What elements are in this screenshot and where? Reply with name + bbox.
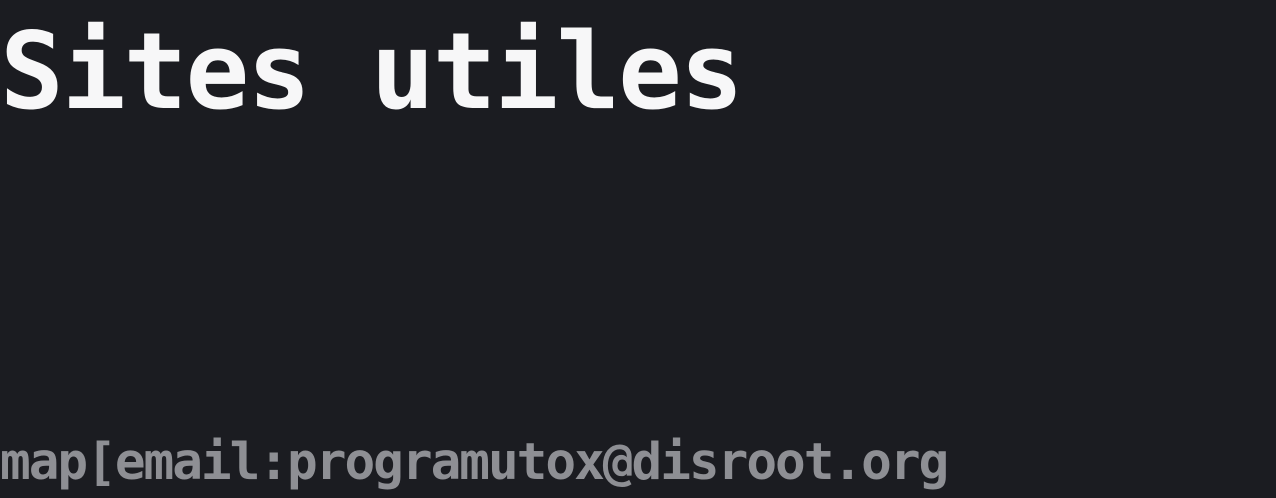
- author-meta: map[email:programutox@disroot.org: [0, 433, 949, 492]
- page: Sites utiles map[email:programutox@disro…: [0, 0, 1276, 498]
- page-title: Sites utiles: [0, 10, 744, 133]
